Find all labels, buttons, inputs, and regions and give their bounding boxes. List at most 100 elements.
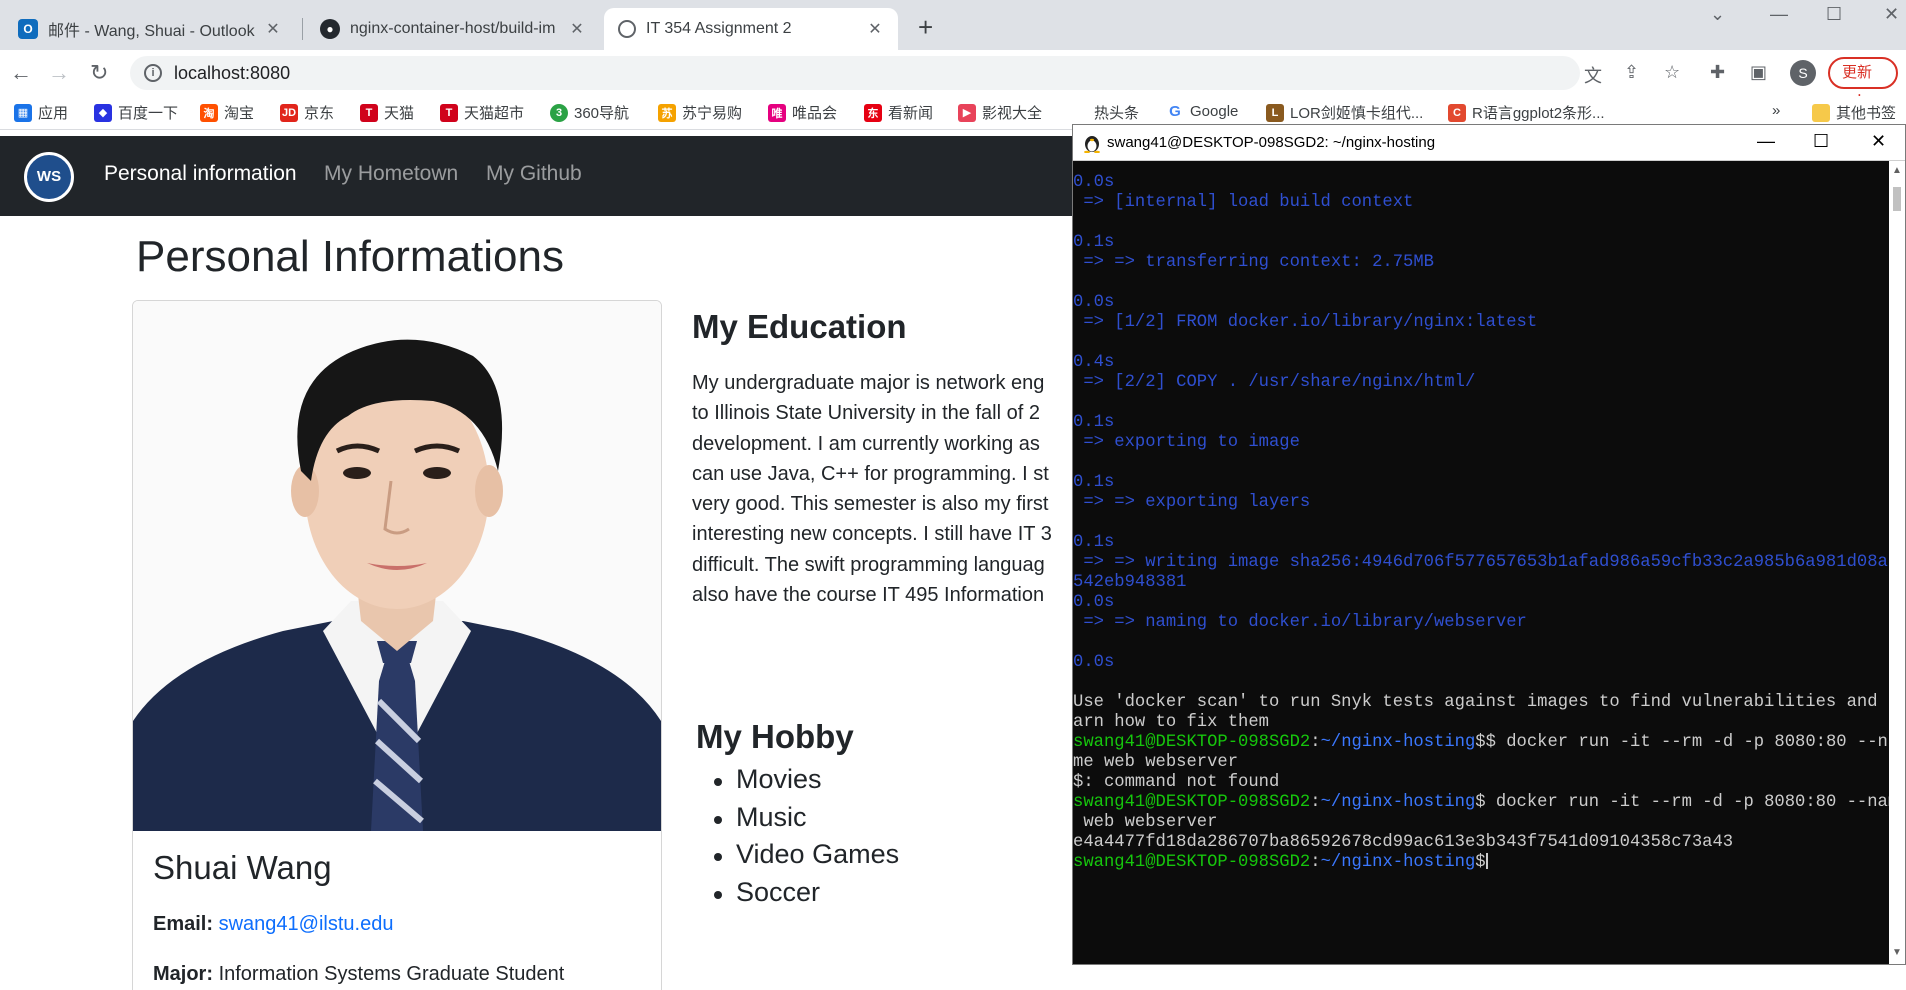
terminal-line: => [1/2] FROM docker.io/library/nginx:la… bbox=[1073, 313, 1538, 332]
bookmark-tmall[interactable]: T 天猫 bbox=[360, 102, 414, 123]
terminal-scrollbar[interactable]: ▲ ▼ bbox=[1889, 161, 1905, 964]
bookmark-label: 苏宁易购 bbox=[682, 105, 743, 122]
address-bar[interactable]: i localhost:8080 bbox=[130, 56, 1580, 90]
apps-grid-icon: ▦ bbox=[14, 103, 32, 122]
terminal-output[interactable]: 0.0s => [internal] load build context 0.1… bbox=[1073, 161, 1889, 964]
tab-title: 邮件 - Wang, Shuai - Outlook bbox=[48, 23, 255, 40]
prompt-dollar: $ bbox=[1475, 793, 1486, 812]
play-icon: ▶ bbox=[958, 103, 976, 122]
site-logo[interactable]: WS bbox=[24, 152, 74, 202]
prompt-path: ~/nginx-hosting bbox=[1320, 853, 1476, 872]
education-line: difficult. The swift programming languag bbox=[692, 553, 1045, 576]
terminal-minimize-icon[interactable]: — bbox=[1757, 131, 1775, 152]
new-tab-button[interactable]: + bbox=[918, 14, 933, 40]
bookmark-360[interactable]: 3 360导航 bbox=[550, 102, 629, 123]
scroll-up-arrow-icon[interactable]: ▲ bbox=[1892, 165, 1902, 176]
email-link[interactable]: swang41@ilstu.edu bbox=[219, 913, 394, 935]
hobby-item: Video Games bbox=[713, 839, 899, 877]
education-line: very good. This semester is also my firs… bbox=[692, 493, 1049, 516]
tab-outlook[interactable]: O 邮件 - Wang, Shuai - Outlook ✕ bbox=[4, 8, 296, 50]
jd-icon: JD bbox=[280, 103, 298, 122]
update-button[interactable]: 更新 ⋮ bbox=[1828, 57, 1898, 109]
bookmark-google[interactable]: G Google bbox=[1166, 102, 1238, 120]
education-line: development. I am currently working as bbox=[692, 432, 1040, 455]
close-icon[interactable]: ✕ bbox=[264, 19, 282, 39]
terminal-line: swang41@DESKTOP-098SGD2:~/nginx-hosting$… bbox=[1073, 733, 1889, 753]
terminal-line: 0.1s bbox=[1073, 533, 1115, 552]
hobby-title: My Hobby bbox=[696, 718, 854, 755]
translate-icon[interactable]: 文 bbox=[1584, 62, 1602, 88]
minimize-icon[interactable]: — bbox=[1770, 4, 1788, 25]
suning-icon: 苏 bbox=[658, 103, 676, 122]
terminal-line: => [internal] load build context bbox=[1073, 193, 1414, 212]
bookmark-baidu[interactable]: ◆ 百度一下 bbox=[94, 102, 178, 123]
extensions-puzzle-icon[interactable]: ✚ bbox=[1710, 62, 1725, 83]
terminal-line: => => exporting layers bbox=[1073, 493, 1311, 512]
bookmark-lor[interactable]: L LOR剑姬慎卡组代... bbox=[1266, 102, 1423, 123]
vip-icon: 唯 bbox=[768, 103, 786, 122]
terminal-line: $: command not found bbox=[1073, 773, 1280, 792]
window-close-icon[interactable]: ✕ bbox=[1884, 4, 1899, 25]
terminal-cursor bbox=[1485, 853, 1488, 870]
side-panel-icon[interactable]: ▣ bbox=[1750, 62, 1767, 83]
education-line: to Illinois State University in the fall… bbox=[692, 402, 1040, 425]
bookmarks-overflow-button[interactable]: » bbox=[1772, 102, 1780, 119]
maximize-icon[interactable]: ☐ bbox=[1826, 4, 1842, 25]
other-bookmarks[interactable]: 其他书签 bbox=[1812, 102, 1896, 123]
email-label: Email: bbox=[153, 913, 214, 935]
terminal-line: me web webserver bbox=[1073, 753, 1239, 772]
hobby-item: Movies bbox=[713, 764, 899, 802]
terminal-close-icon[interactable]: ✕ bbox=[1871, 131, 1886, 152]
360-icon: 3 bbox=[550, 103, 568, 122]
tab-assignment[interactable]: IT 354 Assignment 2 ✕ bbox=[604, 8, 898, 50]
close-icon[interactable]: ✕ bbox=[568, 19, 586, 39]
forward-arrow-icon[interactable]: → bbox=[48, 60, 70, 86]
education-line: also have the course IT 495 Information bbox=[692, 584, 1045, 607]
screen: O 邮件 - Wang, Shuai - Outlook ✕ ● nginx-c… bbox=[0, 0, 1906, 990]
bookmark-label: LOR剑姬慎卡组代... bbox=[1290, 105, 1424, 122]
bookmark-jd[interactable]: JD 京东 bbox=[280, 102, 334, 123]
bookmark-taobao[interactable]: 淘淘宝 bbox=[200, 102, 254, 123]
linux-penguin-icon bbox=[1084, 136, 1100, 153]
bookmark-movies[interactable]: ▶ 影视大全 bbox=[958, 102, 1042, 123]
close-icon[interactable]: ✕ bbox=[866, 19, 884, 39]
share-icon[interactable]: ⇪ bbox=[1624, 62, 1639, 83]
tab-separator bbox=[302, 18, 303, 40]
back-arrow-icon[interactable]: ← bbox=[10, 60, 32, 86]
profile-avatar[interactable]: S bbox=[1790, 60, 1816, 86]
nav-my-hometown[interactable]: My Hometown bbox=[324, 162, 458, 186]
prompt-separator: : bbox=[1310, 793, 1321, 812]
terminal-window[interactable]: swang41@DESKTOP-098SGD2: ~/nginx-hosting… bbox=[1072, 124, 1906, 965]
bookmark-label: 影视大全 bbox=[982, 105, 1043, 122]
terminal-titlebar[interactable]: swang41@DESKTOP-098SGD2: ~/nginx-hosting… bbox=[1073, 125, 1905, 161]
portrait-image bbox=[133, 301, 661, 831]
terminal-command: $ docker run -it --rm -d -p 8080:80 --na bbox=[1485, 733, 1889, 752]
nav-my-github[interactable]: My Github bbox=[486, 162, 582, 186]
scroll-down-arrow-icon[interactable]: ▼ bbox=[1892, 947, 1902, 958]
prompt-dollar: $ bbox=[1475, 733, 1486, 752]
tab-search-chevron-icon[interactable]: ⌄ bbox=[1710, 4, 1725, 25]
reload-icon[interactable]: ↻ bbox=[90, 60, 108, 86]
terminal-maximize-icon[interactable]: ☐ bbox=[1813, 131, 1829, 152]
major-row: Major: Information Systems Graduate Stud… bbox=[153, 963, 564, 986]
tab-github[interactable]: ● nginx-container-host/build-im ✕ bbox=[306, 8, 600, 50]
bookmark-label: 淘宝 bbox=[224, 105, 255, 122]
site-info-icon[interactable]: i bbox=[144, 64, 162, 82]
hobby-item: Music bbox=[713, 802, 899, 840]
bookmark-vip[interactable]: 唯唯品会 bbox=[768, 102, 837, 123]
bookmark-suning[interactable]: 苏苏宁易购 bbox=[658, 102, 742, 123]
bookmark-apps[interactable]: ▦ 应用 bbox=[14, 102, 68, 123]
bookmark-label: 热头条 bbox=[1094, 105, 1140, 122]
bookmark-ggplot[interactable]: C R语言ggplot2条形... bbox=[1448, 102, 1605, 123]
hobby-item: Soccer bbox=[713, 877, 899, 915]
bookmark-tmall-supermarket[interactable]: T 天猫超市 bbox=[440, 102, 524, 123]
bookmark-news[interactable]: 东看新闻 bbox=[864, 102, 933, 123]
email-row: Email: swang41@ilstu.edu bbox=[153, 913, 393, 936]
bookmark-toutiao[interactable]: 热头条 bbox=[1094, 102, 1139, 123]
terminal-line: => => transferring context: 2.75MB bbox=[1073, 253, 1434, 272]
terminal-line: web webserver bbox=[1073, 813, 1218, 832]
nav-personal-information[interactable]: Personal information bbox=[104, 162, 297, 186]
bookmark-star-icon[interactable]: ☆ bbox=[1664, 62, 1680, 83]
prompt-user: swang41@DESKTOP-098SGD2 bbox=[1073, 733, 1311, 752]
scrollbar-thumb[interactable] bbox=[1893, 187, 1901, 211]
